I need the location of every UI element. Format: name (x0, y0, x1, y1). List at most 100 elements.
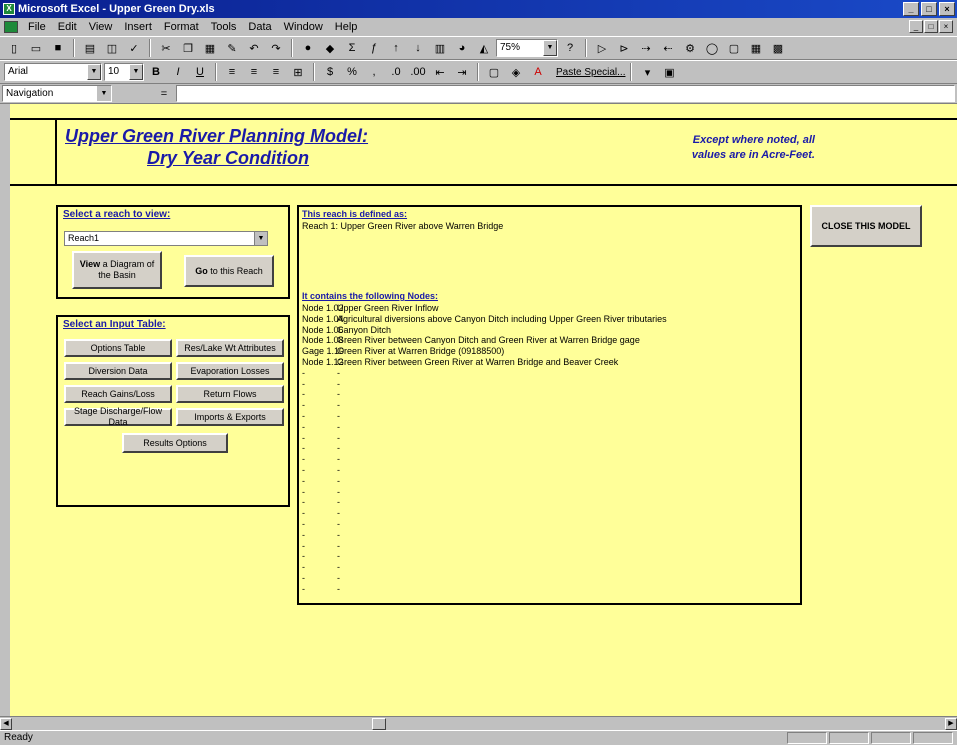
chevron-down-icon[interactable]: ▼ (129, 64, 143, 80)
open-icon[interactable]: ▭ (26, 39, 46, 57)
close-window-button[interactable]: × (939, 2, 955, 16)
currency-icon[interactable]: $ (320, 63, 340, 81)
bold-icon[interactable]: B (146, 63, 166, 81)
doc-close-button[interactable]: × (939, 20, 953, 33)
print-preview-icon[interactable]: ◫ (102, 39, 122, 57)
chevron-down-icon[interactable]: ▼ (97, 86, 111, 101)
res-lake-attributes-button[interactable]: Res/Lake Wt Attributes (176, 339, 284, 357)
table-icon[interactable]: ▩ (768, 39, 788, 57)
doc-minimize-button[interactable]: _ (909, 20, 923, 33)
format-painter-icon[interactable]: ✎ (222, 39, 242, 57)
imports-exports-button[interactable]: Imports & Exports (176, 408, 284, 426)
menu-insert[interactable]: Insert (118, 21, 158, 33)
chevron-down-icon[interactable]: ▼ (543, 40, 557, 56)
function-icon[interactable]: ƒ (364, 39, 384, 57)
increase-indent-icon[interactable]: ⇥ (452, 63, 472, 81)
font-select[interactable]: Arial ▼ (4, 63, 102, 81)
node-id: - (302, 389, 305, 400)
circle-tool-icon[interactable]: ◯ (702, 39, 722, 57)
print-icon[interactable]: ▤ (80, 39, 100, 57)
node-id: - (302, 454, 305, 465)
sort-ascending-icon[interactable]: ↑ (386, 39, 406, 57)
maximize-button[interactable]: □ (921, 2, 937, 16)
minimize-button[interactable]: _ (903, 2, 919, 16)
menu-window[interactable]: Window (278, 21, 329, 33)
view-diagram-button[interactable]: View a Diagram of the Basin (72, 251, 162, 289)
dropdown-arrow-icon[interactable]: ▾ (637, 63, 657, 81)
menu-file[interactable]: File (22, 21, 52, 33)
menu-view[interactable]: View (83, 21, 119, 33)
node-id: - (302, 378, 305, 389)
results-options-button[interactable]: Results Options (122, 433, 228, 453)
undo-icon[interactable]: ↶ (244, 39, 264, 57)
doc-restore-button[interactable]: □ (924, 20, 938, 33)
menu-edit[interactable]: Edit (52, 21, 83, 33)
diversion-data-button[interactable]: Diversion Data (64, 362, 172, 380)
horizontal-scrollbar[interactable]: ◀ ▶ (0, 716, 957, 730)
increase-decimal-icon[interactable]: .0 (386, 63, 406, 81)
spelling-icon[interactable]: ✓ (124, 39, 144, 57)
menu-format[interactable]: Format (158, 21, 205, 33)
font-color-icon[interactable]: A (528, 63, 548, 81)
menu-help[interactable]: Help (329, 21, 364, 33)
merge-center-icon[interactable]: ⊞ (288, 63, 308, 81)
align-center-icon[interactable]: ≡ (244, 63, 264, 81)
form-icon[interactable]: ▢ (724, 39, 744, 57)
step-icon[interactable]: ⊳ (614, 39, 634, 57)
underline-icon[interactable]: U (190, 63, 210, 81)
decrease-indent-icon[interactable]: ⇤ (430, 63, 450, 81)
help-icon[interactable]: ? (560, 39, 580, 57)
menu-data[interactable]: Data (242, 21, 277, 33)
name-box[interactable]: Navigation ▼ (2, 85, 112, 102)
zoom-select[interactable]: 75% ▼ (496, 39, 558, 57)
fill-color-icon[interactable]: ◈ (506, 63, 526, 81)
scroll-thumb[interactable] (372, 718, 386, 730)
run-icon[interactable]: ▷ (592, 39, 612, 57)
decrease-decimal-icon[interactable]: .00 (408, 63, 428, 81)
go-to-reach-button[interactable]: Go to this Reach (184, 255, 274, 287)
reach-select[interactable]: Reach1 ▼ (64, 231, 268, 246)
document-icon[interactable] (4, 21, 18, 33)
chevron-down-icon[interactable]: ▼ (254, 232, 267, 245)
grid-icon[interactable]: ▦ (746, 39, 766, 57)
reach-gains-loss-button[interactable]: Reach Gains/Loss (64, 385, 172, 403)
formula-input[interactable] (176, 85, 955, 102)
copy-icon[interactable]: ❐ (178, 39, 198, 57)
scroll-left-icon[interactable]: ◀ (0, 718, 12, 730)
comma-icon[interactable]: , (364, 63, 384, 81)
trace-icon[interactable]: ⇢ (636, 39, 656, 57)
cut-icon[interactable]: ✂ (156, 39, 176, 57)
chart-wizard-icon[interactable]: ▥ (430, 39, 450, 57)
font-size-select[interactable]: 10 ▼ (104, 63, 144, 81)
new-icon[interactable]: ▯ (4, 39, 24, 57)
hyperlink-icon[interactable]: ● (298, 39, 318, 57)
borders-icon[interactable]: ▢ (484, 63, 504, 81)
save-icon[interactable]: ■ (48, 39, 68, 57)
percent-icon[interactable]: % (342, 63, 362, 81)
map-icon[interactable]: ◕ (452, 39, 472, 57)
paste-special-button[interactable]: Paste Special... (556, 67, 625, 78)
chevron-down-icon[interactable]: ▼ (87, 64, 101, 80)
italic-icon[interactable]: I (168, 63, 188, 81)
menu-tools[interactable]: Tools (205, 21, 243, 33)
stage-discharge-button[interactable]: Stage Discharge/Flow Data (64, 406, 172, 427)
node-id: Node 1.08 (302, 335, 344, 346)
sort-descending-icon[interactable]: ↓ (408, 39, 428, 57)
redo-icon[interactable]: ↷ (266, 39, 286, 57)
scroll-right-icon[interactable]: ▶ (945, 718, 957, 730)
trace-back-icon[interactable]: ⇠ (658, 39, 678, 57)
web-toolbar-icon[interactable]: ◆ (320, 39, 340, 57)
evaporation-losses-button[interactable]: Evaporation Losses (176, 362, 284, 380)
drawing-icon[interactable]: ◭ (474, 39, 494, 57)
autosum-icon[interactable]: Σ (342, 39, 362, 57)
equals-icon[interactable]: = (152, 88, 176, 100)
close-model-button[interactable]: CLOSE THIS MODEL (810, 205, 922, 247)
macro-icon[interactable]: ⚙ (680, 39, 700, 57)
form-control-icon[interactable]: ▣ (659, 63, 679, 81)
node-description: - (337, 411, 340, 421)
align-right-icon[interactable]: ≡ (266, 63, 286, 81)
paste-icon[interactable]: ▦ (200, 39, 220, 57)
align-left-icon[interactable]: ≡ (222, 63, 242, 81)
options-table-button[interactable]: Options Table (64, 339, 172, 357)
return-flows-button[interactable]: Return Flows (176, 385, 284, 403)
